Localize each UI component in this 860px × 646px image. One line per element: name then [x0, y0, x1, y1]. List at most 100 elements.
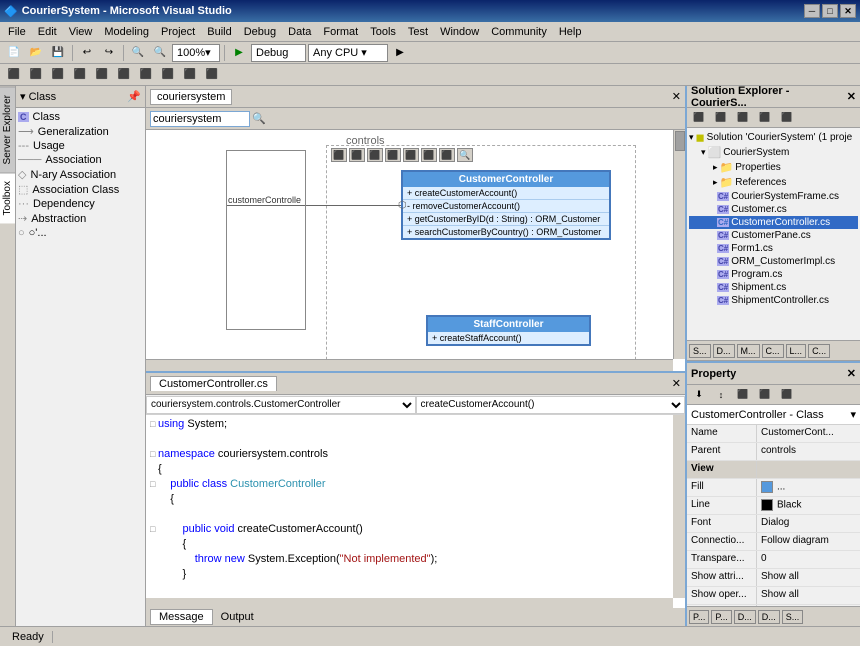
toolbox-generalization[interactable]: ⟶ Generalization: [18, 124, 143, 139]
restore-button[interactable]: □: [822, 4, 838, 18]
tree-cs-frame[interactable]: C# CourierSystemFrame.cs: [689, 190, 858, 203]
tb2-btn8[interactable]: ⬛: [158, 66, 178, 84]
menu-data[interactable]: Data: [282, 24, 317, 40]
menu-community[interactable]: Community: [485, 24, 553, 40]
zoom-level[interactable]: 100%▾: [172, 44, 220, 62]
play-btn[interactable]: ▶: [229, 44, 249, 62]
new-project-btn[interactable]: 📄: [4, 44, 24, 62]
menu-build[interactable]: Build: [201, 24, 237, 40]
diag-tb-btn7[interactable]: ⬛: [439, 148, 455, 162]
se-tab-d[interactable]: D...: [713, 344, 735, 358]
toolbox-tab[interactable]: Toolbox: [0, 172, 15, 223]
tb2-btn2[interactable]: ⬛: [26, 66, 46, 84]
toolbox-class[interactable]: C Class: [18, 110, 143, 124]
diag-tb-btn4[interactable]: ⬛: [385, 148, 401, 162]
diag-tb-btn5[interactable]: ⬛: [403, 148, 419, 162]
diagram-hscroll[interactable]: [146, 359, 673, 371]
diagram-vscroll[interactable]: [673, 130, 685, 359]
prop-tab-d1[interactable]: D...: [734, 610, 756, 624]
tb2-btn5[interactable]: ⬛: [92, 66, 112, 84]
diag-tb-btn8[interactable]: 🔍: [457, 148, 473, 162]
code-nav-left[interactable]: couriersystem.controls.CustomerControlle…: [146, 396, 416, 414]
open-btn[interactable]: 📂: [26, 44, 46, 62]
toolbox-assoc-class[interactable]: ⬚ Association Class: [18, 182, 143, 197]
prop-tab-s[interactable]: S...: [782, 610, 804, 624]
code-panel-close[interactable]: ✕: [672, 377, 681, 390]
tree-cs-customerpane[interactable]: C# CustomerPane.cs: [689, 229, 858, 242]
prop-tb4[interactable]: ⬛: [755, 386, 775, 404]
menu-help[interactable]: Help: [553, 24, 588, 40]
tree-cs-shipmentcontroller[interactable]: C# ShipmentController.cs: [689, 294, 858, 307]
toolbox-usage[interactable]: --- Usage: [18, 139, 143, 153]
tree-cs-program[interactable]: C# Program.cs: [689, 268, 858, 281]
debug-config[interactable]: Debug: [251, 44, 306, 62]
zoom-in-btn[interactable]: 🔍: [150, 44, 170, 62]
tree-cs-form1[interactable]: C# Form1.cs: [689, 242, 858, 255]
se-tb3[interactable]: ⬛: [733, 109, 753, 127]
prop-tab-p1[interactable]: P...: [689, 610, 709, 624]
tree-cs-customer[interactable]: C# Customer.cs: [689, 203, 858, 216]
menu-test[interactable]: Test: [402, 24, 434, 40]
prop-tb5[interactable]: ⬛: [777, 386, 797, 404]
se-tb4[interactable]: ⬛: [755, 109, 775, 127]
menu-edit[interactable]: Edit: [32, 24, 63, 40]
search-icon[interactable]: 🔍: [252, 112, 266, 125]
code-vscroll[interactable]: [673, 415, 685, 598]
se-tab-c2[interactable]: C...: [808, 344, 830, 358]
diag-tb-btn3[interactable]: ⬛: [367, 148, 383, 162]
toolbox-more[interactable]: ○ ○'...: [18, 226, 143, 240]
tb2-btn7[interactable]: ⬛: [136, 66, 156, 84]
prop-object-select[interactable]: CustomerController - Class ▾: [687, 405, 860, 425]
menu-window[interactable]: Window: [434, 24, 485, 40]
prop-close[interactable]: ✕: [847, 367, 856, 380]
start-debug-btn[interactable]: ▶: [390, 44, 410, 62]
tree-cs-customercontroller[interactable]: C# CustomerController.cs: [689, 216, 858, 229]
output-tab[interactable]: Output: [213, 610, 262, 624]
designer-tab[interactable]: couriersystem: [150, 89, 232, 105]
tb2-btn4[interactable]: ⬛: [70, 66, 90, 84]
menu-file[interactable]: File: [2, 24, 32, 40]
se-tab-c[interactable]: C...: [762, 344, 784, 358]
se-tb2[interactable]: ⬛: [711, 109, 731, 127]
prop-tb2[interactable]: ↕: [711, 386, 731, 404]
diag-tb-btn6[interactable]: ⬛: [421, 148, 437, 162]
se-tab-l[interactable]: L...: [786, 344, 807, 358]
diag-tb-btn1[interactable]: ⬛: [331, 148, 347, 162]
se-close[interactable]: ✕: [847, 90, 856, 103]
diagram-area[interactable]: controls ⬛ ⬛ ⬛ ⬛ ⬛ ⬛ ⬛ 🔍 CustomerControl…: [146, 130, 685, 371]
prop-tb1[interactable]: ⬇: [689, 386, 709, 404]
prop-tab-d2[interactable]: D...: [758, 610, 780, 624]
menu-tools[interactable]: Tools: [364, 24, 402, 40]
prop-tab-p2[interactable]: P...: [711, 610, 731, 624]
code-hscroll[interactable]: [146, 598, 673, 608]
menu-modeling[interactable]: Modeling: [98, 24, 155, 40]
customer-controller-class[interactable]: CustomerController + createCustomerAccou…: [401, 170, 611, 240]
menu-debug[interactable]: Debug: [238, 24, 282, 40]
tree-couriersystem[interactable]: ▾ ⬜ CourierSystem: [689, 145, 858, 160]
prop-fill-btn[interactable]: ...: [777, 482, 785, 493]
toolbox-association[interactable]: ─── Association: [18, 153, 143, 167]
se-tb1[interactable]: ⬛: [689, 109, 709, 127]
vscroll-thumb[interactable]: [675, 131, 685, 151]
tb2-btn1[interactable]: ⬛: [4, 66, 24, 84]
toolbox-dependency[interactable]: ··· Dependency: [18, 197, 143, 211]
diag-tb-btn2[interactable]: ⬛: [349, 148, 365, 162]
code-tab-customercontroller[interactable]: CustomerController.cs: [150, 376, 277, 391]
save-btn[interactable]: 💾: [48, 44, 68, 62]
designer-close[interactable]: ✕: [672, 90, 681, 103]
minimize-button[interactable]: ─: [804, 4, 820, 18]
server-explorer-tab[interactable]: Server Explorer: [0, 86, 15, 172]
tb2-btn10[interactable]: ⬛: [202, 66, 222, 84]
tree-cs-shipment[interactable]: C# Shipment.cs: [689, 281, 858, 294]
close-button[interactable]: ✕: [840, 4, 856, 18]
message-tab[interactable]: Message: [150, 609, 213, 625]
tb2-btn6[interactable]: ⬛: [114, 66, 134, 84]
prop-dropdown-icon[interactable]: ▾: [850, 408, 856, 421]
zoom-out-btn[interactable]: 🔍: [128, 44, 148, 62]
tb2-btn9[interactable]: ⬛: [180, 66, 200, 84]
tree-solution[interactable]: ▾ ◼ Solution 'CourierSystem' (1 proje: [689, 130, 858, 145]
designer-search-input[interactable]: [150, 111, 250, 127]
toolbox-abstraction[interactable]: ⇢ Abstraction: [18, 211, 143, 226]
prop-tb3[interactable]: ⬛: [733, 386, 753, 404]
se-tab-s[interactable]: S...: [689, 344, 711, 358]
